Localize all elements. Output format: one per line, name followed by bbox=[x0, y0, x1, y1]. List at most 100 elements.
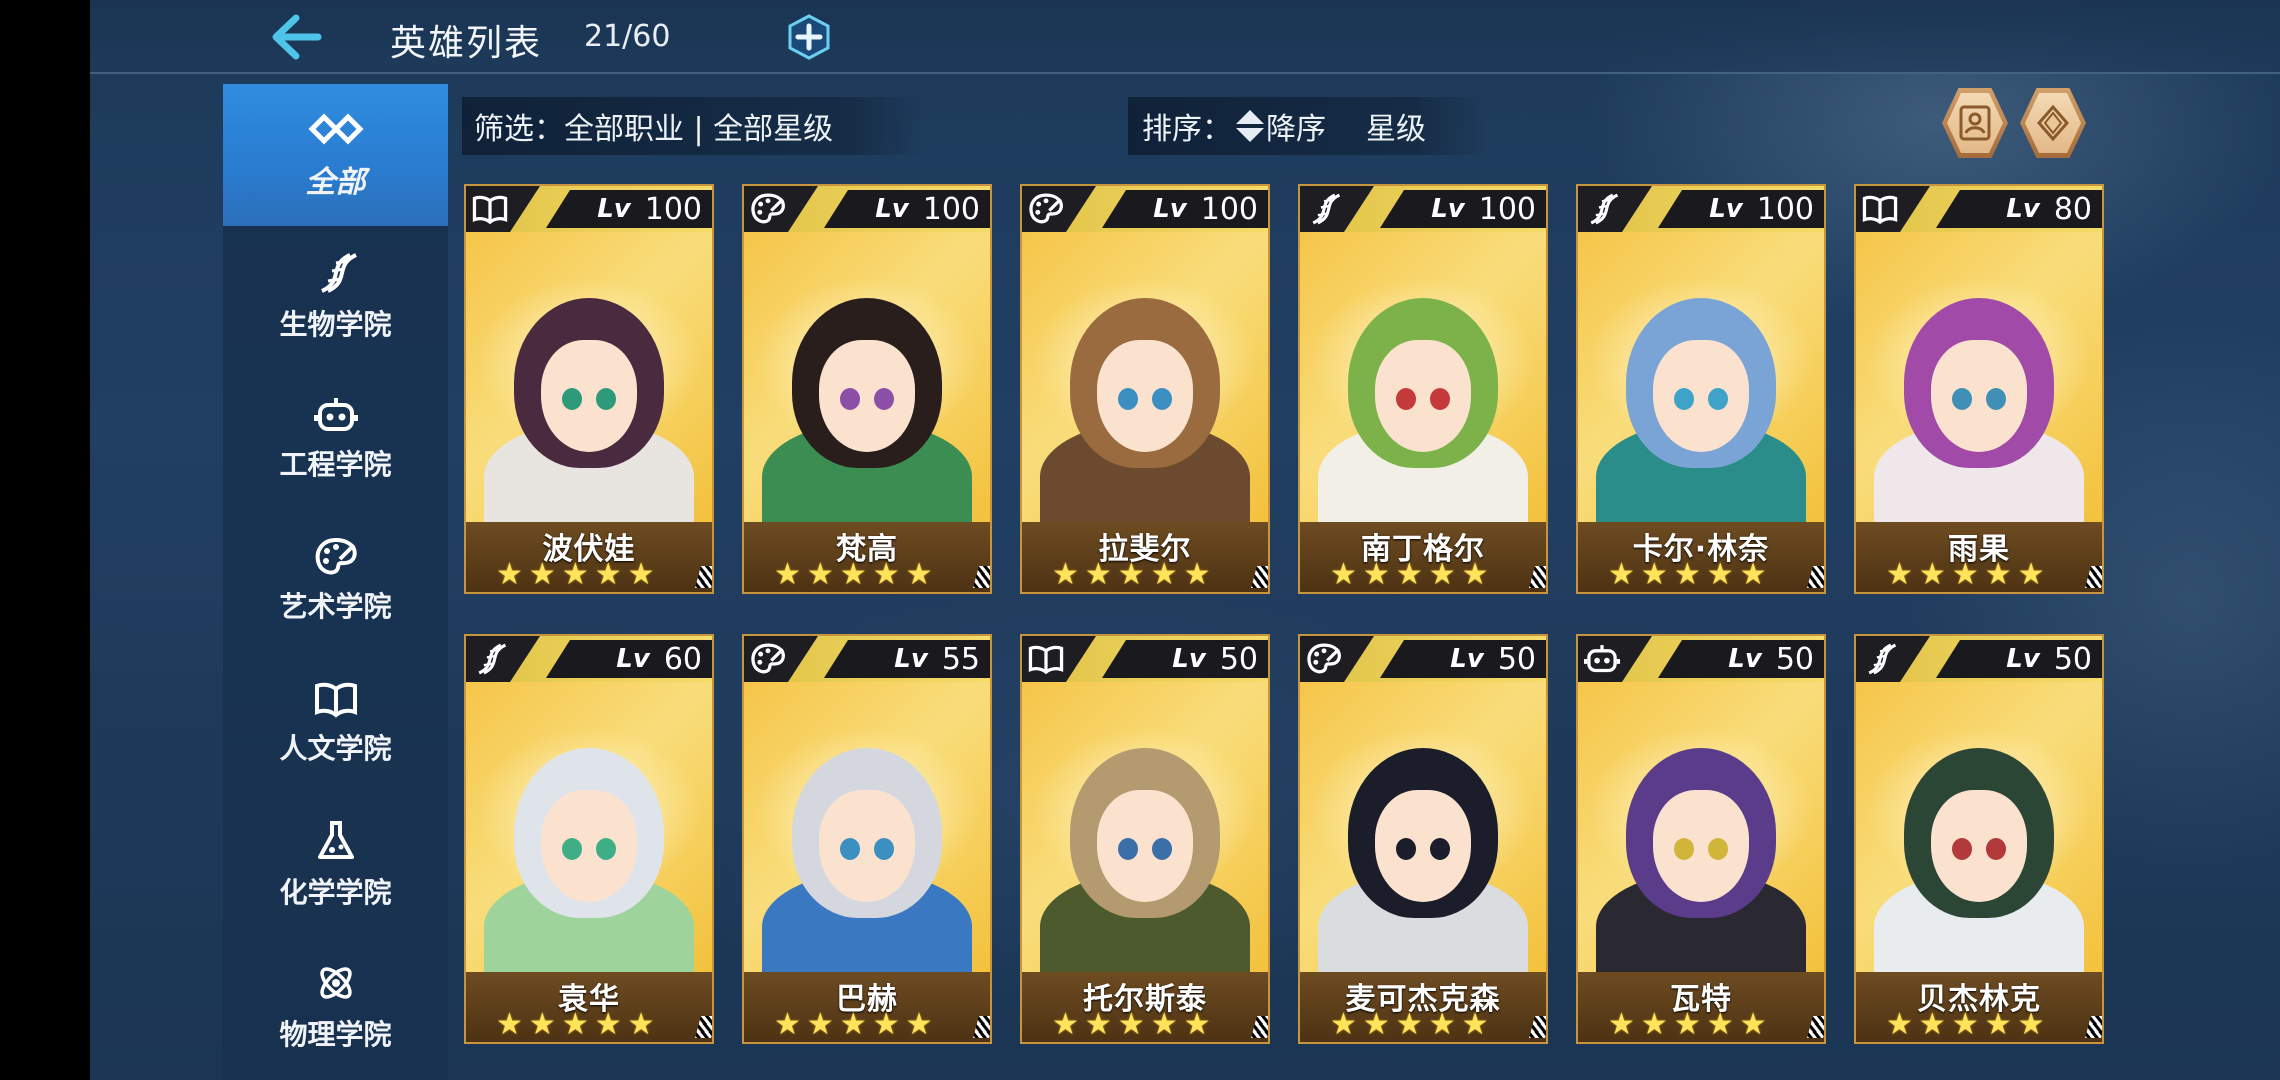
star-icon: ★ bbox=[1150, 557, 1178, 592]
checkered-flag-icon bbox=[973, 566, 990, 588]
star-icon: ★ bbox=[1052, 557, 1079, 592]
hero-card[interactable]: Lv 100 波伏娃 ★ ★ ★ ★ ★ bbox=[464, 184, 714, 594]
book-icon bbox=[314, 682, 357, 718]
star-icon: ★ bbox=[1395, 557, 1423, 592]
book-icon bbox=[1028, 642, 1064, 676]
hero-level-value: 100 bbox=[1200, 191, 1258, 227]
star-icon: ★ bbox=[1183, 1007, 1211, 1042]
hero-level: Lv 60 bbox=[616, 640, 702, 678]
level-mark: Lv bbox=[1153, 194, 1187, 224]
hero-card-header: Lv 100 bbox=[1578, 186, 1824, 232]
sidebar-item-biology[interactable]: 生物学院 bbox=[223, 226, 448, 368]
star-icon: ★ bbox=[1886, 1007, 1913, 1042]
profile-card-icon bbox=[1959, 105, 1991, 141]
level-mark: Lv bbox=[2006, 644, 2040, 674]
sidebar-item-chemistry[interactable]: 化学学院 bbox=[223, 794, 448, 936]
sidebar-item-art[interactable]: 艺术学院 bbox=[223, 510, 448, 652]
hero-card[interactable]: Lv 55 巴赫 ★ ★ ★ ★ ★ bbox=[742, 634, 992, 1044]
hero-level: Lv 50 bbox=[1172, 640, 1258, 678]
hero-card[interactable]: Lv 80 雨果 ★ ★ ★ ★ ★ bbox=[1854, 184, 2104, 594]
star-icon: ★ bbox=[1918, 557, 1946, 592]
hero-card[interactable]: Lv 100 拉斐尔 ★ ★ ★ ★ ★ bbox=[1020, 184, 1270, 594]
filter-button[interactable]: 筛选：全部职业 | 全部星级 bbox=[462, 97, 922, 155]
hero-card[interactable]: Lv 100 卡尔·林奈 ★ ★ ★ ★ ★ bbox=[1576, 184, 1826, 594]
hero-level: Lv 100 bbox=[1431, 190, 1536, 228]
sort-order-button[interactable]: 降序 bbox=[1266, 104, 1326, 148]
expand-slots-button[interactable] bbox=[786, 14, 832, 60]
hero-stars: ★ ★ ★ ★ ★ bbox=[1608, 560, 1767, 590]
star-icon: ★ bbox=[905, 557, 933, 592]
hero-name-bar: 麦可杰克森 ★ ★ ★ ★ ★ bbox=[1300, 972, 1546, 1042]
level-mark: Lv bbox=[1172, 644, 1206, 674]
plus-icon bbox=[788, 14, 830, 60]
hero-level-value: 100 bbox=[1756, 191, 1814, 227]
palette-icon bbox=[750, 642, 786, 676]
star-icon: ★ bbox=[496, 1007, 523, 1042]
level-mark: Lv bbox=[2006, 194, 2040, 224]
college-sidebar: 全部 生物学院 工程学院 艺术学院 人文学院 化学学院 物理学院 bbox=[223, 84, 448, 1080]
sort-key-button[interactable]: 星级 bbox=[1366, 104, 1426, 148]
hero-card-header: Lv 100 bbox=[1022, 186, 1268, 232]
hero-card[interactable]: Lv 50 贝杰林克 ★ ★ ★ ★ ★ bbox=[1854, 634, 2104, 1044]
hero-card[interactable]: Lv 50 托尔斯泰 ★ ★ ★ ★ ★ bbox=[1020, 634, 1270, 1044]
star-icon: ★ bbox=[1951, 1007, 1979, 1042]
star-icon: ★ bbox=[627, 1007, 655, 1042]
star-icon: ★ bbox=[839, 1007, 867, 1042]
star-icon: ★ bbox=[1984, 557, 2012, 592]
hero-portrait bbox=[1300, 680, 1546, 982]
hero-level-value: 55 bbox=[941, 641, 980, 677]
hero-level-value: 50 bbox=[1497, 641, 1536, 677]
hero-level: Lv 100 bbox=[1153, 190, 1258, 228]
hero-stars: ★ ★ ★ ★ ★ bbox=[1052, 1010, 1211, 1040]
hero-stars: ★ ★ ★ ★ ★ bbox=[1330, 560, 1489, 590]
hero-name-bar: 巴赫 ★ ★ ★ ★ ★ bbox=[744, 972, 990, 1042]
checkered-flag-icon bbox=[2085, 1016, 2102, 1038]
hero-stars: ★ ★ ★ ★ ★ bbox=[1052, 560, 1211, 590]
sidebar-item-physics[interactable]: 物理学院 bbox=[223, 936, 448, 1078]
star-icon: ★ bbox=[774, 1007, 801, 1042]
star-icon: ★ bbox=[1739, 1007, 1767, 1042]
hero-card[interactable]: Lv 50 瓦特 ★ ★ ★ ★ ★ bbox=[1576, 634, 1826, 1044]
hero-card-header: Lv 50 bbox=[1300, 636, 1546, 682]
sidebar-item-engineering[interactable]: 工程学院 bbox=[223, 368, 448, 510]
hero-stars: ★ ★ ★ ★ ★ bbox=[1608, 1010, 1767, 1040]
hero-card-header: Lv 80 bbox=[1856, 186, 2102, 232]
dna-icon bbox=[1306, 192, 1342, 226]
view-toggle-button[interactable] bbox=[2020, 88, 2086, 158]
dna-icon bbox=[1862, 642, 1898, 676]
dna-icon bbox=[320, 253, 357, 293]
hero-card[interactable]: Lv 100 梵高 ★ ★ ★ ★ ★ bbox=[742, 184, 992, 594]
level-mark: Lv bbox=[875, 194, 909, 224]
back-button[interactable] bbox=[270, 12, 322, 62]
star-icon: ★ bbox=[1117, 557, 1145, 592]
page-title: 英雄列表 bbox=[390, 23, 543, 64]
hero-level-value: 100 bbox=[1478, 191, 1536, 227]
hero-archive-button[interactable] bbox=[1942, 88, 2008, 158]
hero-level-value: 50 bbox=[1219, 641, 1258, 677]
dna-icon bbox=[472, 642, 508, 676]
star-icon: ★ bbox=[1673, 1007, 1701, 1042]
hero-name-bar: 卡尔·林奈 ★ ★ ★ ★ ★ bbox=[1578, 522, 1824, 592]
level-mark: Lv bbox=[1450, 644, 1484, 674]
hero-level: Lv 100 bbox=[1709, 190, 1814, 228]
checkered-flag-icon bbox=[695, 566, 712, 588]
sidebar-item-humanities[interactable]: 人文学院 bbox=[223, 652, 448, 794]
hero-level: Lv 100 bbox=[875, 190, 980, 228]
star-icon: ★ bbox=[1673, 557, 1701, 592]
hero-stars: ★ ★ ★ ★ ★ bbox=[774, 560, 933, 590]
hero-card[interactable]: Lv 100 南丁格尔 ★ ★ ★ ★ ★ bbox=[1298, 184, 1548, 594]
sidebar-item-all[interactable]: 全部 bbox=[223, 84, 448, 226]
sort-order-icon bbox=[1236, 110, 1264, 142]
hero-card-header: Lv 50 bbox=[1578, 636, 1824, 682]
hero-level-value: 50 bbox=[1775, 641, 1814, 677]
level-mark: Lv bbox=[894, 644, 928, 674]
back-arrow-icon bbox=[272, 14, 322, 60]
hero-card[interactable]: Lv 60 袁华 ★ ★ ★ ★ ★ bbox=[464, 634, 714, 1044]
level-mark: Lv bbox=[1431, 194, 1465, 224]
hero-card-header: Lv 100 bbox=[466, 186, 712, 232]
sort-label: 排序： bbox=[1142, 112, 1232, 147]
star-icon: ★ bbox=[1395, 1007, 1423, 1042]
hero-card-header: Lv 50 bbox=[1022, 636, 1268, 682]
hero-card[interactable]: Lv 50 麦可杰克森 ★ ★ ★ ★ ★ bbox=[1298, 634, 1548, 1044]
hero-name-bar: 雨果 ★ ★ ★ ★ ★ bbox=[1856, 522, 2102, 592]
